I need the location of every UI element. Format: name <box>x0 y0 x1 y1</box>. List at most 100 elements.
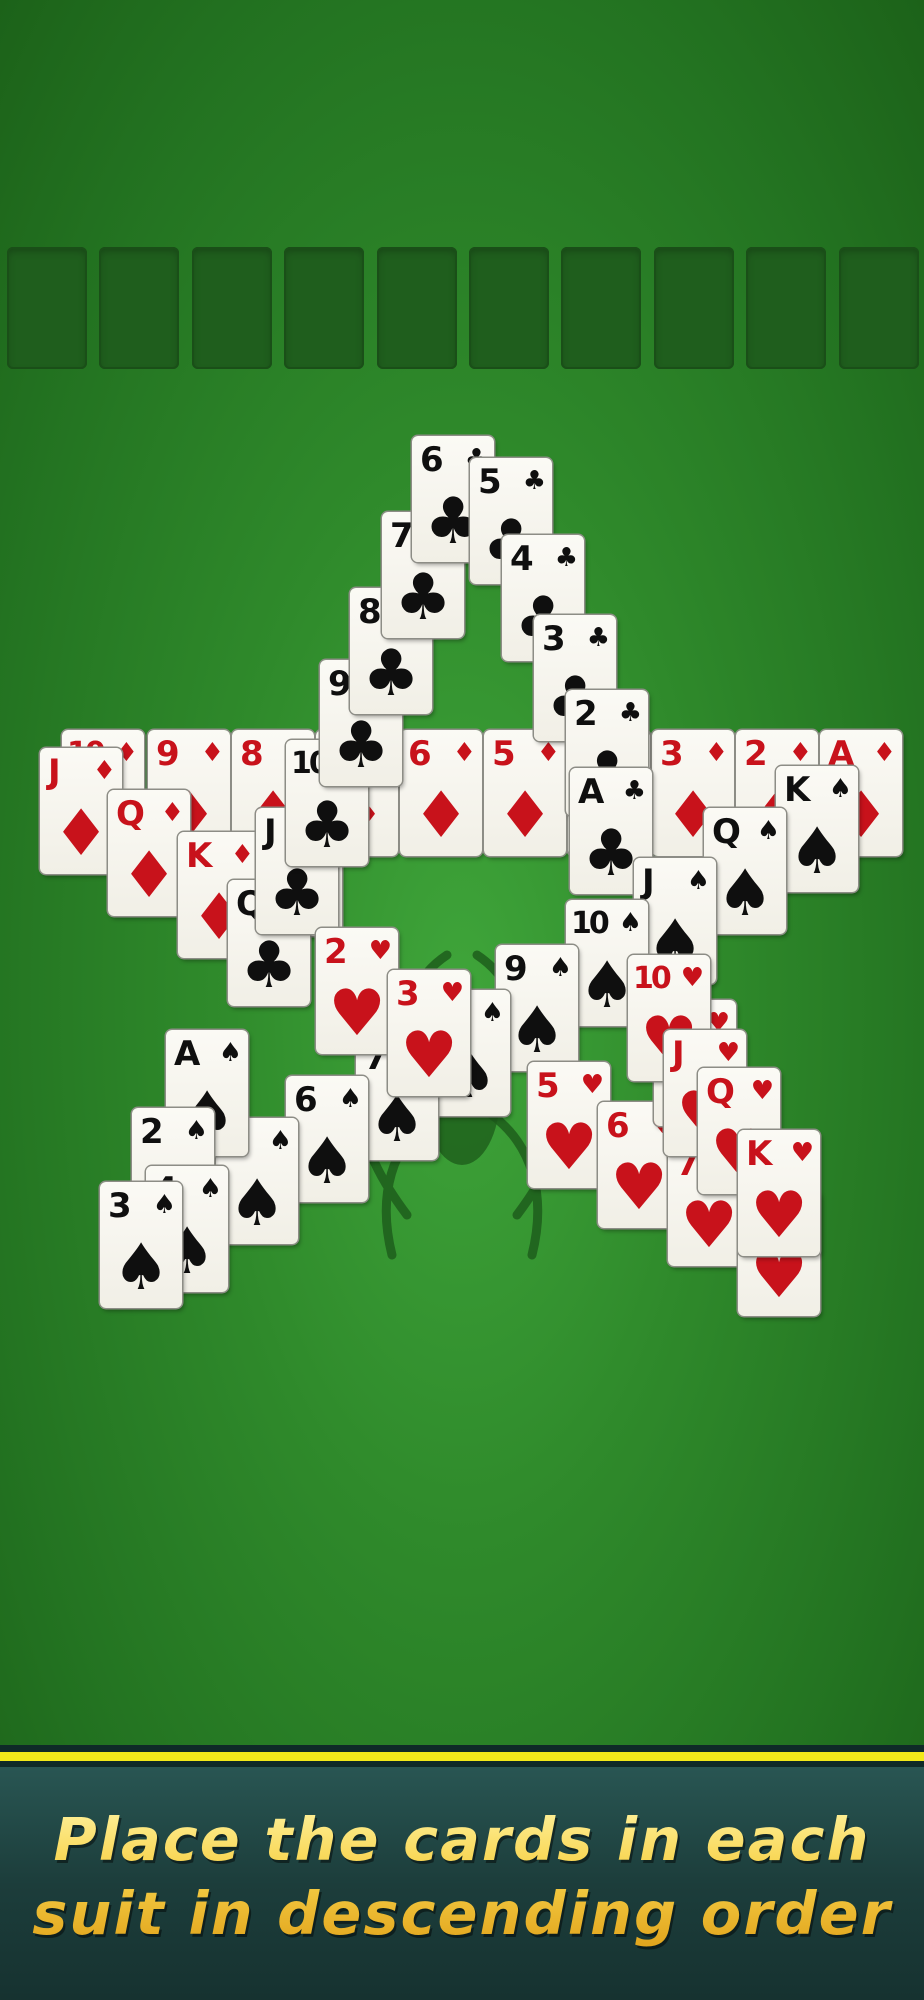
foundation-slot[interactable] <box>839 247 919 369</box>
card-rank: 2 <box>574 694 598 734</box>
foundation-slot[interactable] <box>7 247 87 369</box>
clubs-icon: ♣ <box>554 543 578 573</box>
hearts-icon: ♥ <box>328 977 386 1051</box>
card-rank: 3 <box>108 1186 132 1226</box>
banner-border <box>0 1745 924 1752</box>
card-rank: J <box>264 812 277 852</box>
spades-icon: ♠ <box>298 1125 356 1199</box>
hearts-icon: ♥ <box>750 1076 774 1106</box>
card-rank: 5 <box>536 1066 560 1106</box>
spades-icon: ♠ <box>686 866 710 896</box>
spades-icon: ♠ <box>228 1167 286 1241</box>
card-rank: 10 <box>633 961 672 996</box>
card-rank: Q <box>712 812 741 852</box>
spades-icon: ♠ <box>218 1038 242 1068</box>
spades-icon: ♠ <box>618 908 642 938</box>
foundation-slot[interactable] <box>192 247 272 369</box>
hearts-icon: ♥ <box>680 963 704 993</box>
card-rank: 4 <box>510 539 534 579</box>
diamonds-icon: ♦ <box>160 798 184 828</box>
playing-card[interactable]: 6 ♠ ♠ <box>286 1076 368 1202</box>
card-rank: 8 <box>358 592 382 632</box>
playing-card[interactable]: 6 ♦ ♦ <box>400 730 482 856</box>
card-rank: K <box>746 1134 772 1174</box>
hearts-icon: ♥ <box>750 1179 808 1253</box>
spades-icon: ♠ <box>788 815 846 889</box>
foundation-slot[interactable] <box>99 247 179 369</box>
card-rank: Q <box>706 1072 735 1112</box>
card-rank: 5 <box>492 734 516 774</box>
playing-card[interactable]: 3 ♥ ♥ <box>388 970 470 1096</box>
card-rank: 2 <box>324 932 348 972</box>
playing-card[interactable]: 5 ♦ ♦ <box>484 730 566 856</box>
card-rank: A <box>174 1034 200 1074</box>
card-rank: 7 <box>390 516 414 556</box>
foundation-slot[interactable] <box>469 247 549 369</box>
card-rank: 6 <box>420 440 444 480</box>
card-rank: 9 <box>504 949 528 989</box>
card-rank: 5 <box>478 462 502 502</box>
card-rank: K <box>186 836 212 876</box>
playing-card[interactable]: K ♥ ♥ <box>738 1130 820 1256</box>
foundation-slot[interactable] <box>654 247 734 369</box>
clubs-icon: ♣ <box>622 776 646 806</box>
foundation-slot[interactable] <box>377 247 457 369</box>
playing-card[interactable]: Q ♠ ♠ <box>704 808 786 934</box>
game-screen: 10♦♦9♦♦8♦♦7♦♦6♦♦5♦♦4♦♦3♦♦2♦♦A♦♦J♦♦Q♦♦K♦♦… <box>0 0 924 2000</box>
foundation-slot[interactable] <box>561 247 641 369</box>
card-rank: K <box>784 770 810 810</box>
card-rank: 10 <box>571 906 610 941</box>
diamonds-icon: ♦ <box>536 738 560 768</box>
foundation-slot[interactable] <box>746 247 826 369</box>
hearts-icon: ♥ <box>400 1019 458 1093</box>
spades-icon: ♠ <box>112 1231 170 1305</box>
banner-caption: Place the cards in each suit in descendi… <box>0 1803 924 1951</box>
card-rank: 6 <box>606 1106 630 1146</box>
clubs-icon: ♣ <box>332 709 390 783</box>
playing-card[interactable]: K ♠ ♠ <box>776 766 858 892</box>
hearts-icon: ♥ <box>790 1138 814 1168</box>
card-rank: 9 <box>156 734 180 774</box>
clubs-icon: ♣ <box>298 789 356 863</box>
card-rank: 3 <box>660 734 684 774</box>
spades-icon: ♠ <box>480 998 504 1028</box>
clubs-icon: ♣ <box>522 466 546 496</box>
card-rank: J <box>642 862 655 902</box>
card-rank: 2 <box>140 1112 164 1152</box>
clubs-icon: ♣ <box>618 698 642 728</box>
card-rank: 8 <box>240 734 264 774</box>
card-rank: 6 <box>294 1080 318 1120</box>
hearts-icon: ♥ <box>716 1038 740 1068</box>
card-rank: J <box>48 752 61 792</box>
card-rank: Q <box>116 794 145 834</box>
diamonds-icon: ♦ <box>230 840 254 870</box>
spades-icon: ♠ <box>152 1190 176 1220</box>
diamonds-icon: ♦ <box>704 738 728 768</box>
diamonds-icon: ♦ <box>412 779 470 853</box>
card-rank: 2 <box>744 734 768 774</box>
diamonds-icon: ♦ <box>452 738 476 768</box>
diamonds-icon: ♦ <box>92 756 116 786</box>
diamonds-icon: ♦ <box>496 779 554 853</box>
clubs-icon: ♣ <box>586 623 610 653</box>
spades-icon: ♠ <box>828 774 852 804</box>
diamonds-icon: ♦ <box>788 738 812 768</box>
playing-card[interactable]: 2 ♥ ♥ <box>316 928 398 1054</box>
hearts-icon: ♥ <box>368 936 392 966</box>
hearts-icon: ♥ <box>580 1070 604 1100</box>
spades-icon: ♠ <box>338 1084 362 1114</box>
banner-caption-line-2: suit in descending order <box>32 1879 892 1948</box>
diamonds-icon: ♦ <box>200 738 224 768</box>
clubs-icon: ♣ <box>240 929 298 1003</box>
foundation-slot[interactable] <box>284 247 364 369</box>
diamonds-icon: ♦ <box>872 738 896 768</box>
clubs-icon: ♣ <box>362 637 420 711</box>
promo-banner: Place the cards in each suit in descendi… <box>0 1745 924 2000</box>
banner-stripe <box>0 1752 924 1761</box>
spades-icon: ♠ <box>756 816 780 846</box>
spades-icon: ♠ <box>184 1116 208 1146</box>
spades-icon: ♠ <box>198 1174 222 1204</box>
card-rank: A <box>578 772 604 812</box>
playing-card[interactable]: 3 ♠ ♠ <box>100 1182 182 1308</box>
card-rank: 9 <box>328 664 352 704</box>
